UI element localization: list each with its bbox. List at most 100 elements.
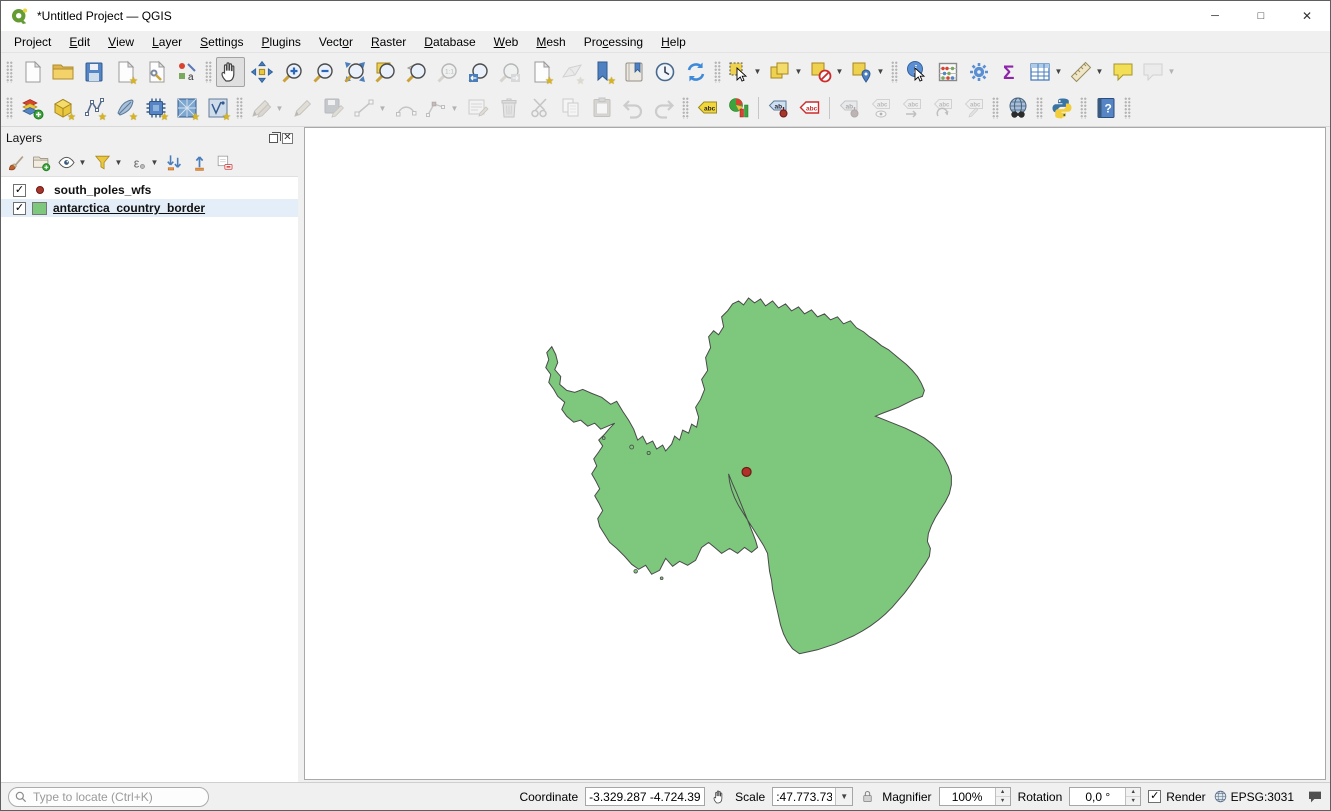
messages-icon[interactable] <box>1307 789 1323 805</box>
remove-layer-group-button[interactable] <box>213 151 236 175</box>
layer-diagram-options-button[interactable] <box>724 93 753 123</box>
coordinate-input[interactable] <box>586 788 704 805</box>
layer-item-south_poles_wfs[interactable]: ✓south_poles_wfs <box>1 181 298 199</box>
zoom-to-selection-button[interactable] <box>371 57 400 87</box>
toolbar-grip[interactable] <box>205 61 212 83</box>
toolbar-grip[interactable] <box>1124 97 1131 119</box>
measure-line-button[interactable]: ▼ <box>1067 57 1106 87</box>
magnifier-down-icon[interactable]: ▼ <box>996 796 1010 805</box>
toolbar-grip[interactable] <box>1036 97 1043 119</box>
select-features-button[interactable]: ▼ <box>725 57 764 87</box>
toolbar-grip[interactable] <box>1080 97 1087 119</box>
toolbar-grip[interactable] <box>236 97 243 119</box>
close-button[interactable]: ✕ <box>1284 1 1330 31</box>
add-group-button[interactable] <box>30 151 53 175</box>
toolbar-grip[interactable] <box>891 61 898 83</box>
dropdown-arrow-icon[interactable]: ▼ <box>78 158 87 167</box>
menu-vector[interactable]: Vector <box>310 31 362 52</box>
dropdown-arrow-icon[interactable]: ▼ <box>150 158 159 167</box>
panel-float-icon[interactable] <box>269 134 278 143</box>
new-spatialite-layer-button[interactable]: ★ <box>110 93 139 123</box>
new-spatial-bookmark-button[interactable]: ★ <box>588 57 617 87</box>
dropdown-arrow-icon[interactable]: ▼ <box>753 67 762 76</box>
dropdown-arrow-icon[interactable]: ▼ <box>275 104 284 113</box>
field-calculator-button[interactable] <box>933 57 962 87</box>
filter-legend-by-expression-button[interactable]: ▼ <box>127 151 161 175</box>
magnifier-up-icon[interactable]: ▲ <box>996 788 1010 796</box>
menu-web[interactable]: Web <box>485 31 528 52</box>
map-canvas[interactable] <box>305 128 1325 779</box>
manage-map-themes-button[interactable]: ▼ <box>55 151 89 175</box>
open-attribute-table-button[interactable]: ▼ <box>1026 57 1065 87</box>
mouse-position-icon[interactable] <box>712 789 728 805</box>
menu-help[interactable]: Help <box>652 31 695 52</box>
show-spatial-bookmarks-button[interactable] <box>619 57 648 87</box>
toolbar-grip[interactable] <box>714 61 721 83</box>
map-tips-button[interactable] <box>1108 57 1137 87</box>
rotation-input[interactable] <box>1070 788 1125 805</box>
help-contents-button[interactable] <box>1091 93 1120 123</box>
zoom-last-button[interactable] <box>464 57 493 87</box>
dropdown-arrow-icon[interactable]: ▼ <box>876 67 885 76</box>
zoom-full-button[interactable] <box>340 57 369 87</box>
toolbar-grip[interactable] <box>6 61 13 83</box>
scale-dropdown-icon[interactable]: ▼ <box>835 788 852 805</box>
pan-map-button[interactable] <box>216 57 245 87</box>
rotation-up-icon[interactable]: ▲ <box>1126 788 1140 796</box>
new-print-layout-button[interactable]: ★ <box>110 57 139 87</box>
collapse-all-button[interactable] <box>188 151 211 175</box>
style-manager-button[interactable] <box>172 57 201 87</box>
render-checkbox[interactable]: ✓ <box>1148 790 1161 803</box>
python-console-button[interactable] <box>1047 93 1076 123</box>
open-layer-styling-panel-button[interactable] <box>5 151 28 175</box>
layer-item-antarctica_country_border[interactable]: ✓antarctica_country_border <box>1 199 298 217</box>
menu-layer[interactable]: Layer <box>143 31 191 52</box>
menu-view[interactable]: View <box>99 31 143 52</box>
dropdown-arrow-icon[interactable]: ▼ <box>794 67 803 76</box>
refresh-map-button[interactable] <box>681 57 710 87</box>
crs-status[interactable]: EPSG:3031 <box>1213 789 1294 804</box>
menu-raster[interactable]: Raster <box>362 31 415 52</box>
dropdown-arrow-icon[interactable]: ▼ <box>114 158 123 167</box>
highlight-pinned-labels-button[interactable] <box>795 93 824 123</box>
zoom-in-button[interactable] <box>278 57 307 87</box>
dropdown-arrow-icon[interactable]: ▼ <box>450 104 459 113</box>
scale-input[interactable] <box>773 788 835 805</box>
temporal-controller-panel-button[interactable] <box>650 57 679 87</box>
menu-processing[interactable]: Processing <box>575 31 652 52</box>
save-project-button[interactable] <box>79 57 108 87</box>
locator-input[interactable] <box>8 787 209 807</box>
zoom-out-button[interactable] <box>309 57 338 87</box>
select-features-by-value-button[interactable]: ▼ <box>766 57 805 87</box>
maximize-button[interactable]: □ <box>1238 1 1284 31</box>
dropdown-arrow-icon[interactable]: ▼ <box>1054 67 1063 76</box>
new-geopackage-layer-button[interactable]: ★ <box>48 93 77 123</box>
pan-map-to-selection-button[interactable] <box>247 57 276 87</box>
toolbar-grip[interactable] <box>682 97 689 119</box>
toolbar-grip[interactable] <box>992 97 999 119</box>
filter-legend-button[interactable]: ▼ <box>91 151 125 175</box>
open-data-source-manager-button[interactable] <box>17 93 46 123</box>
new-virtual-layer-button[interactable]: ★ <box>141 93 170 123</box>
show-layout-manager-button[interactable] <box>141 57 170 87</box>
statistical-summary-button[interactable] <box>995 57 1024 87</box>
menu-edit[interactable]: Edit <box>60 31 99 52</box>
new-project-button[interactable] <box>17 57 46 87</box>
select-by-location-button[interactable]: ▼ <box>848 57 887 87</box>
menu-mesh[interactable]: Mesh <box>527 31 574 52</box>
toolbar-grip[interactable] <box>6 97 13 119</box>
identify-features-button[interactable] <box>902 57 931 87</box>
metasearch-button[interactable] <box>1003 93 1032 123</box>
dropdown-arrow-icon[interactable]: ▼ <box>1167 67 1176 76</box>
expand-all-button[interactable] <box>163 151 186 175</box>
pin-labels-button[interactable] <box>764 93 793 123</box>
menu-settings[interactable]: Settings <box>191 31 252 52</box>
lock-scale-icon[interactable] <box>860 789 875 804</box>
dropdown-arrow-icon[interactable]: ▼ <box>1095 67 1104 76</box>
new-shapefile-layer-button[interactable]: ★ <box>79 93 108 123</box>
panel-close-icon[interactable]: ✕ <box>282 133 293 144</box>
open-project-button[interactable] <box>48 57 77 87</box>
new-gpx-layer-button[interactable]: ★ <box>203 93 232 123</box>
dropdown-arrow-icon[interactable]: ▼ <box>378 104 387 113</box>
layer-checkbox[interactable]: ✓ <box>13 202 26 215</box>
